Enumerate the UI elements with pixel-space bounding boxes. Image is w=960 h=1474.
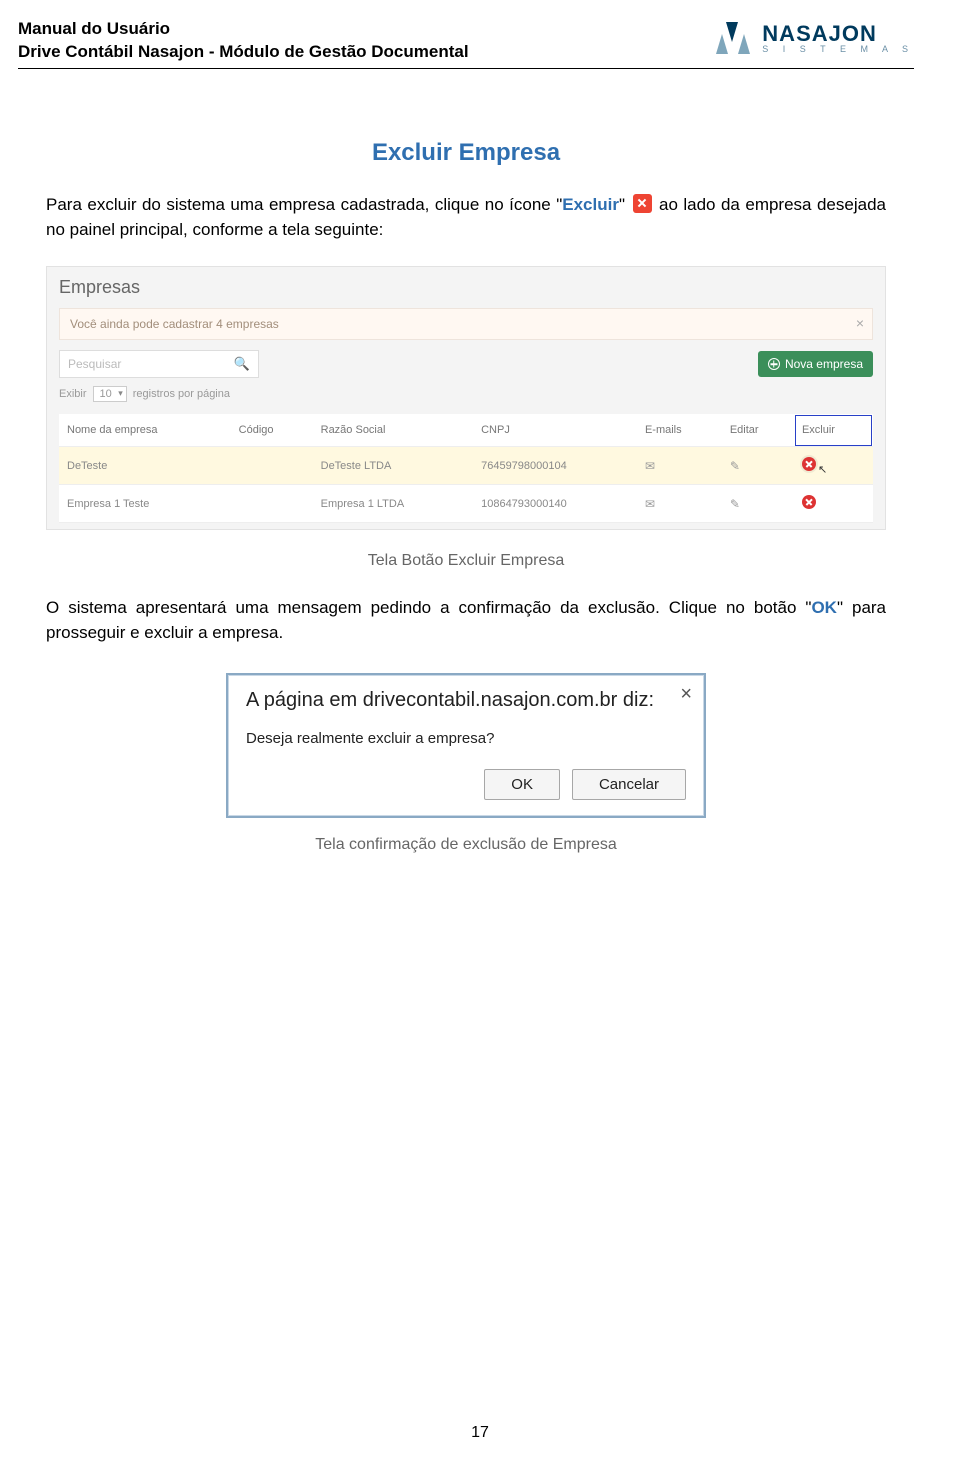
search-input[interactable]: Pesquisar 🔍: [59, 350, 259, 378]
ok-button[interactable]: OK: [484, 769, 560, 800]
delete-icon[interactable]: [802, 457, 816, 471]
cancel-button[interactable]: Cancelar: [572, 769, 686, 800]
dialog-title: A página em drivecontabil.nasajon.com.br…: [246, 689, 686, 712]
nasajon-logo-icon: [712, 20, 754, 56]
cell-razao: Empresa 1 LTDA: [313, 485, 473, 523]
companies-table: Nome da empresa Código Razão Social CNPJ…: [59, 414, 873, 523]
doc-title-1: Manual do Usuário: [18, 18, 469, 41]
table-header-row: Nome da empresa Código Razão Social CNPJ…: [59, 414, 873, 447]
cell-razao: DeTeste LTDA: [313, 447, 473, 485]
col-editar: Editar: [722, 414, 794, 447]
dialog-message: Deseja realmente excluir a empresa?: [246, 730, 686, 747]
section-title: Excluir Empresa: [46, 139, 886, 167]
brand-logo-text: NASAJON S I S T E M A S: [762, 23, 914, 54]
empresas-panel-screenshot: Empresas Você ainda pode cadastrar 4 emp…: [46, 266, 886, 530]
new-company-label: Nova empresa: [785, 357, 863, 371]
cell-editar: ✎: [722, 485, 794, 523]
search-placeholder: Pesquisar: [68, 357, 121, 371]
p2-line1: O sistema apresentará uma mensagem pedin…: [46, 598, 805, 617]
cell-nome: DeTeste: [59, 447, 231, 485]
cell-editar: ✎: [722, 447, 794, 485]
new-company-button[interactable]: Nova empresa: [758, 351, 873, 377]
panel-title: Empresas: [59, 277, 873, 298]
alert-text: Você ainda pode cadastrar 4 empresas: [70, 317, 279, 331]
confirm-dialog: × A página em drivecontabil.nasajon.com.…: [226, 673, 706, 818]
figure-caption-2: Tela confirmação de exclusão de Empresa: [46, 836, 886, 854]
alert-close-icon[interactable]: ×: [856, 315, 864, 331]
alert-banner: Você ainda pode cadastrar 4 empresas ×: [59, 308, 873, 340]
mail-icon[interactable]: ✉: [645, 497, 655, 511]
search-icon: 🔍: [234, 356, 250, 372]
plus-icon: [768, 358, 780, 370]
edit-icon[interactable]: ✎: [730, 459, 740, 473]
panel-toolbar: Pesquisar 🔍 Nova empresa: [59, 350, 873, 378]
page-size-row: Exibir 10 registros por página: [59, 386, 873, 402]
col-excluir: Excluir: [794, 414, 873, 447]
cell-codigo: [231, 447, 313, 485]
col-razao: Razão Social: [313, 414, 473, 447]
page-header: Manual do Usuário Drive Contábil Nasajon…: [18, 18, 914, 69]
table-row: DeTeste DeTeste LTDA 76459798000104 ✉ ✎ …: [59, 447, 873, 485]
figure-caption-1: Tela Botão Excluir Empresa: [46, 552, 886, 570]
p1-before: Para excluir do sistema uma empresa cada…: [46, 195, 556, 214]
col-emails: E-mails: [637, 414, 722, 447]
table-row: Empresa 1 Teste Empresa 1 LTDA 108647930…: [59, 485, 873, 523]
p2-ok: OK: [811, 598, 837, 617]
col-cnpj: CNPJ: [473, 414, 637, 447]
page-number: 17: [471, 1424, 489, 1442]
col-codigo: Código: [231, 414, 313, 447]
cursor-icon: ↖: [818, 463, 827, 476]
brand-sub: S I S T E M A S: [762, 45, 914, 54]
dialog-screenshot: × A página em drivecontabil.nasajon.com.…: [46, 673, 886, 818]
pager-prefix: Exibir: [59, 388, 87, 400]
cell-codigo: [231, 485, 313, 523]
paragraph-1: Para excluir do sistema uma empresa cada…: [46, 193, 886, 242]
dialog-buttons: OK Cancelar: [246, 769, 686, 800]
p1-excluir: Excluir: [562, 195, 619, 214]
cell-excluir: [794, 485, 873, 523]
brand-name: NASAJON: [762, 23, 914, 45]
cell-cnpj: 76459798000104: [473, 447, 637, 485]
edit-icon[interactable]: ✎: [730, 497, 740, 511]
cell-nome: Empresa 1 Teste: [59, 485, 231, 523]
mail-icon[interactable]: ✉: [645, 459, 655, 473]
cell-emails: ✉: [637, 447, 722, 485]
pager-suffix: registros por página: [133, 388, 230, 400]
brand-logo: NASAJON S I S T E M A S: [712, 18, 914, 56]
dialog-close-icon[interactable]: ×: [680, 683, 692, 706]
col-nome: Nome da empresa: [59, 414, 231, 447]
cell-emails: ✉: [637, 485, 722, 523]
doc-title-2: Drive Contábil Nasajon - Módulo de Gestã…: [18, 41, 469, 64]
header-titles: Manual do Usuário Drive Contábil Nasajon…: [18, 18, 469, 64]
paragraph-2: O sistema apresentará uma mensagem pedin…: [46, 596, 886, 645]
close-icon: [633, 194, 652, 213]
page-size-select[interactable]: 10: [93, 386, 127, 402]
delete-icon[interactable]: [802, 495, 816, 509]
cell-excluir: ↖: [794, 447, 873, 485]
p1-qc: ": [619, 195, 625, 214]
cell-cnpj: 10864793000140: [473, 485, 637, 523]
